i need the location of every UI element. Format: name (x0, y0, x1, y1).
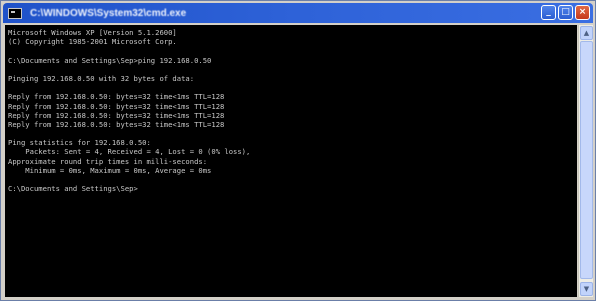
console-output[interactable]: Microsoft Windows XP [Version 5.1.2600](… (5, 25, 577, 297)
scroll-up-icon[interactable]: ▲ (580, 26, 593, 40)
console-line: Reply from 192.168.0.50: bytes=32 time<1… (8, 119, 225, 129)
console-line: Approximate round trip times in milli-se… (8, 156, 208, 166)
console-text: Microsoft Windows XP [Version 5.1.2600](… (8, 28, 250, 193)
minimize-button[interactable]: _ (541, 5, 556, 20)
console-line: Minimum = 0ms, Maximum = 0ms, Average = … (8, 165, 212, 175)
scroll-thumb[interactable] (580, 41, 593, 279)
console-line: Reply from 192.168.0.50: bytes=32 time<1… (8, 101, 225, 111)
console-line: Ping statistics for 192.168.0.50: (8, 138, 151, 148)
console-window: C:\WINDOWS\System32\cmd.exe _ □ × Micros… (0, 0, 596, 301)
console-line: Pinging 192.168.0.50 with 32 bytes of da… (8, 73, 195, 83)
maximize-button[interactable]: □ (558, 5, 573, 20)
cmd-icon[interactable] (8, 7, 22, 19)
vertical-scrollbar[interactable]: ▲ ▼ (578, 25, 593, 297)
window-controls: _ □ × (541, 5, 590, 20)
window-title: C:\WINDOWS\System32\cmd.exe (30, 7, 187, 19)
console-line: Microsoft Windows XP [Version 5.1.2600] (8, 28, 177, 37)
title-bar[interactable]: C:\WINDOWS\System32\cmd.exe _ □ × (3, 3, 593, 23)
scroll-down-icon[interactable]: ▼ (580, 282, 593, 296)
console-line: (C) Copyright 1985-2001 Microsoft Corp. (8, 37, 177, 47)
console-line: Reply from 192.168.0.50: bytes=32 time<1… (8, 110, 225, 120)
console-line: Packets: Sent = 4, Received = 4, Lost = … (8, 147, 251, 157)
close-button[interactable]: × (575, 5, 590, 20)
console-line: Reply from 192.168.0.50: bytes=32 time<1… (8, 92, 225, 102)
console-line: C:\Documents and Settings\Sep>ping 192.1… (8, 55, 212, 65)
console-line: C:\Documents and Settings\Sep> (8, 184, 138, 194)
